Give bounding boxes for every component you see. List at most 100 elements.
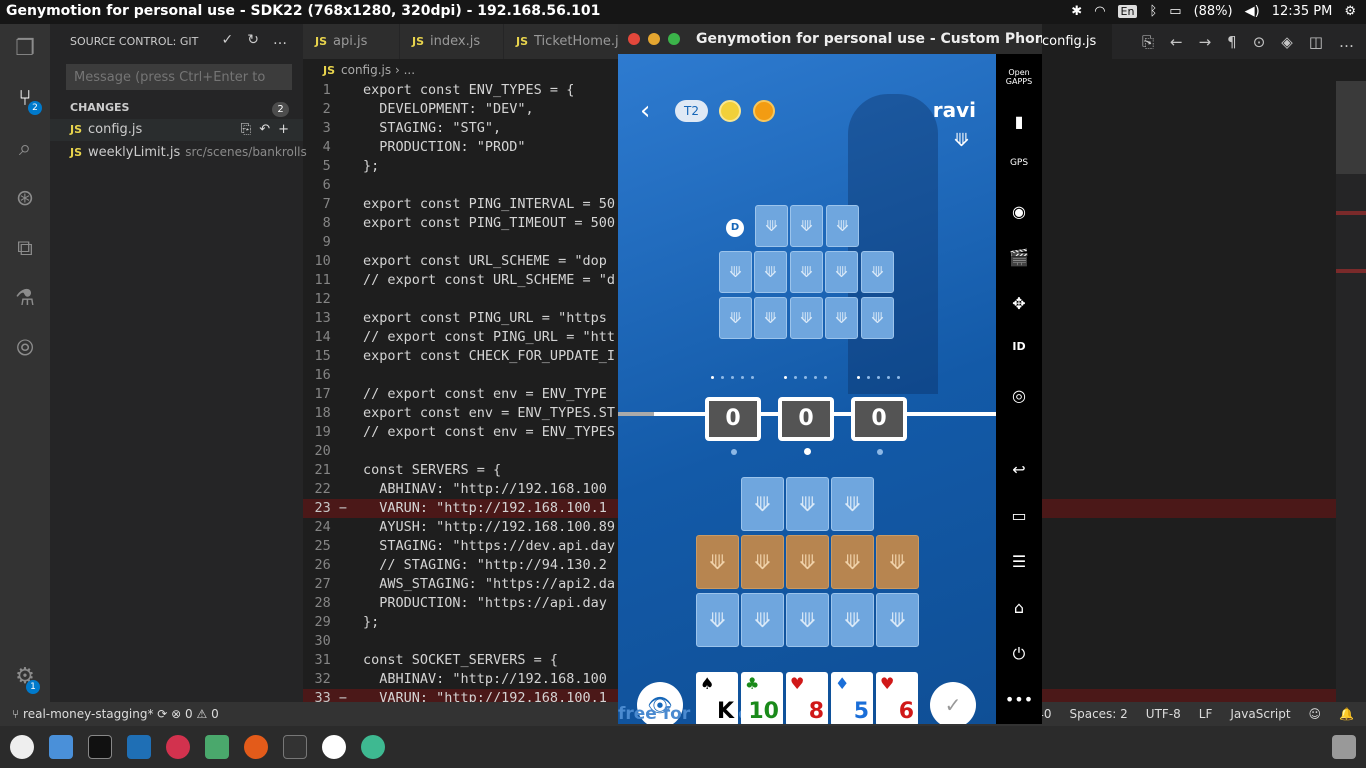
breadcrumb-symbol[interactable]: ... [404, 63, 415, 77]
search-icon[interactable]: ⌕ [12, 136, 38, 162]
opponent-card-slot[interactable]: ⟱ [826, 205, 859, 247]
problems-warnings[interactable]: ⚠ 0 [197, 707, 219, 721]
my-card-slot[interactable]: ⟱ [696, 593, 739, 647]
breadcrumb-file[interactable]: config.js [341, 63, 391, 77]
open-gapps-icon[interactable]: Open GAPPS [996, 68, 1042, 86]
hand-card[interactable]: ♣ 10 [741, 672, 783, 724]
opponent-card-slot[interactable]: ⟱ [825, 297, 858, 339]
git-lens-icon[interactable]: ◈ [1281, 33, 1293, 51]
my-card-slot[interactable]: ⟱ [786, 477, 829, 531]
move-icon[interactable]: ✥ [996, 294, 1042, 313]
changed-file-item[interactable]: JS config.js ⎘ ↶ + [50, 119, 303, 141]
previous-change-icon[interactable]: ← [1170, 33, 1183, 51]
opponent-card-slot[interactable]: ⟱ [754, 297, 787, 339]
slack-icon[interactable] [361, 735, 385, 759]
indentation[interactable]: Spaces: 2 [1069, 702, 1127, 726]
maximize-window-icon[interactable] [668, 33, 680, 45]
discard-icon[interactable]: ↶ [259, 119, 270, 141]
feedback-smiley-icon[interactable]: ☺ [1309, 702, 1322, 726]
vscode-icon[interactable] [127, 735, 151, 759]
webcam-icon[interactable]: ◉ [996, 202, 1042, 221]
image-viewer-icon[interactable] [205, 735, 229, 759]
opponent-card-slot[interactable]: ⟱ [825, 251, 858, 293]
opponent-card-slot[interactable]: ⟱ [719, 297, 752, 339]
more-actions-icon[interactable]: … [273, 32, 287, 48]
refresh-icon[interactable]: ↻ [247, 32, 259, 48]
opponent-card-slot[interactable]: ⟱ [861, 297, 894, 339]
toggle-blame-icon[interactable]: ⊙ [1253, 33, 1266, 51]
power-icon[interactable]: ⏻ [996, 644, 1042, 664]
network-icon[interactable]: ◎ [996, 386, 1042, 405]
git-branch[interactable]: real-money-stagging* [23, 707, 153, 721]
stage-plus-icon[interactable]: + [278, 119, 289, 141]
end-of-line[interactable]: LF [1199, 702, 1213, 726]
close-window-icon[interactable] [628, 33, 640, 45]
screencast-icon[interactable]: 🎬 [996, 248, 1042, 267]
changed-file-item[interactable]: JS weeklyLimit.js src/scenes/bankrolls [50, 141, 307, 163]
my-card-slot[interactable]: ⟱ [876, 535, 919, 589]
confirm-check-button[interactable]: ✓ [930, 682, 976, 724]
opponent-card-slot[interactable]: ⟱ [790, 297, 823, 339]
window-icon[interactable] [283, 735, 307, 759]
table-tag[interactable]: T2 [675, 100, 708, 122]
device-id-icon[interactable]: ID [996, 340, 1042, 353]
my-card-slot[interactable]: ⟱ [831, 535, 874, 589]
my-card-slot[interactable]: ⟱ [876, 593, 919, 647]
whitespace-icon[interactable]: ¶ [1227, 33, 1237, 51]
android-menu-icon[interactable]: ☰ [996, 552, 1042, 571]
open-changes-icon[interactable]: ⎘ [1142, 33, 1154, 51]
commit-check-icon[interactable]: ✓ [222, 32, 234, 48]
battery-percent[interactable]: (88%) [1194, 4, 1233, 19]
system-settings-icon[interactable] [10, 735, 34, 759]
chip-icon[interactable] [753, 100, 775, 122]
tab-index[interactable]: JS index.js [400, 24, 503, 59]
hand-card[interactable]: ♠ K [696, 672, 738, 724]
my-card-slot[interactable]: ⟱ [741, 477, 784, 531]
notifications-bell-icon[interactable]: 🔔 [1339, 702, 1354, 726]
terminal-icon[interactable] [88, 735, 112, 759]
test-flask-icon[interactable]: ⚗ [12, 286, 38, 312]
minimap-slider[interactable] [1336, 81, 1366, 174]
changes-header[interactable]: CHANGES [70, 101, 129, 114]
clock[interactable]: 12:35 PM [1272, 4, 1333, 19]
opponent-card-slot[interactable]: ⟱ [861, 251, 894, 293]
firefox-icon[interactable] [244, 735, 268, 759]
my-card-slot[interactable]: ⟱ [741, 593, 784, 647]
android-home-icon[interactable]: ⌂ [996, 598, 1042, 617]
problems-errors[interactable]: ⊗ 0 [171, 707, 193, 721]
dop-logo-icon[interactable]: ⟱ [954, 130, 969, 151]
commit-message-input[interactable] [66, 64, 292, 90]
coin-icon[interactable] [719, 100, 741, 122]
wifi-icon[interactable]: ◠ [1094, 4, 1105, 19]
explorer-icon[interactable]: ❐ [12, 36, 38, 62]
battery-icon[interactable]: ▭ [1169, 4, 1181, 19]
battery-widget-icon[interactable]: ▮ [996, 112, 1042, 131]
opponent-card-slot[interactable]: ⟱ [790, 251, 823, 293]
tab-config[interactable]: config.js [1042, 24, 1112, 59]
android-recent-icon[interactable]: ▭ [996, 506, 1042, 525]
hand-card[interactable]: ♥ 8 [786, 672, 828, 724]
file-manager-icon[interactable] [49, 735, 73, 759]
editor-more-icon[interactable]: … [1339, 33, 1354, 51]
next-change-icon[interactable]: → [1199, 33, 1212, 51]
android-back-icon[interactable]: ↩ [996, 460, 1042, 479]
power-settings-icon[interactable]: ⚙ [1344, 4, 1356, 19]
minimap[interactable] [1336, 81, 1366, 702]
my-card-slot[interactable]: ⟱ [696, 535, 739, 589]
opponent-card-slot[interactable]: ⟱ [790, 205, 823, 247]
my-card-slot[interactable]: ⟱ [786, 535, 829, 589]
hand-card[interactable]: ♦ 5 [831, 672, 873, 724]
more-tools-icon[interactable]: ••• [996, 690, 1042, 709]
my-card-slot[interactable]: ⟱ [831, 477, 874, 531]
back-arrow-icon[interactable]: ‹ [640, 96, 650, 126]
tab-api[interactable]: JS api.js [303, 24, 399, 59]
my-card-slot[interactable]: ⟱ [786, 593, 829, 647]
sync-icon[interactable]: ⟳ [157, 707, 167, 721]
tab-tickethome[interactable]: JS TicketHome.js [504, 24, 618, 59]
split-editor-icon[interactable]: ◫ [1309, 33, 1323, 51]
volume-icon[interactable]: ◀) [1245, 4, 1260, 19]
git-graph-icon[interactable]: ⦾ [12, 336, 38, 362]
bluetooth-icon[interactable]: ᛒ [1149, 4, 1157, 19]
opponent-card-slot[interactable]: ⟱ [754, 251, 787, 293]
slack-tray-icon[interactable]: ✱ [1071, 4, 1082, 19]
